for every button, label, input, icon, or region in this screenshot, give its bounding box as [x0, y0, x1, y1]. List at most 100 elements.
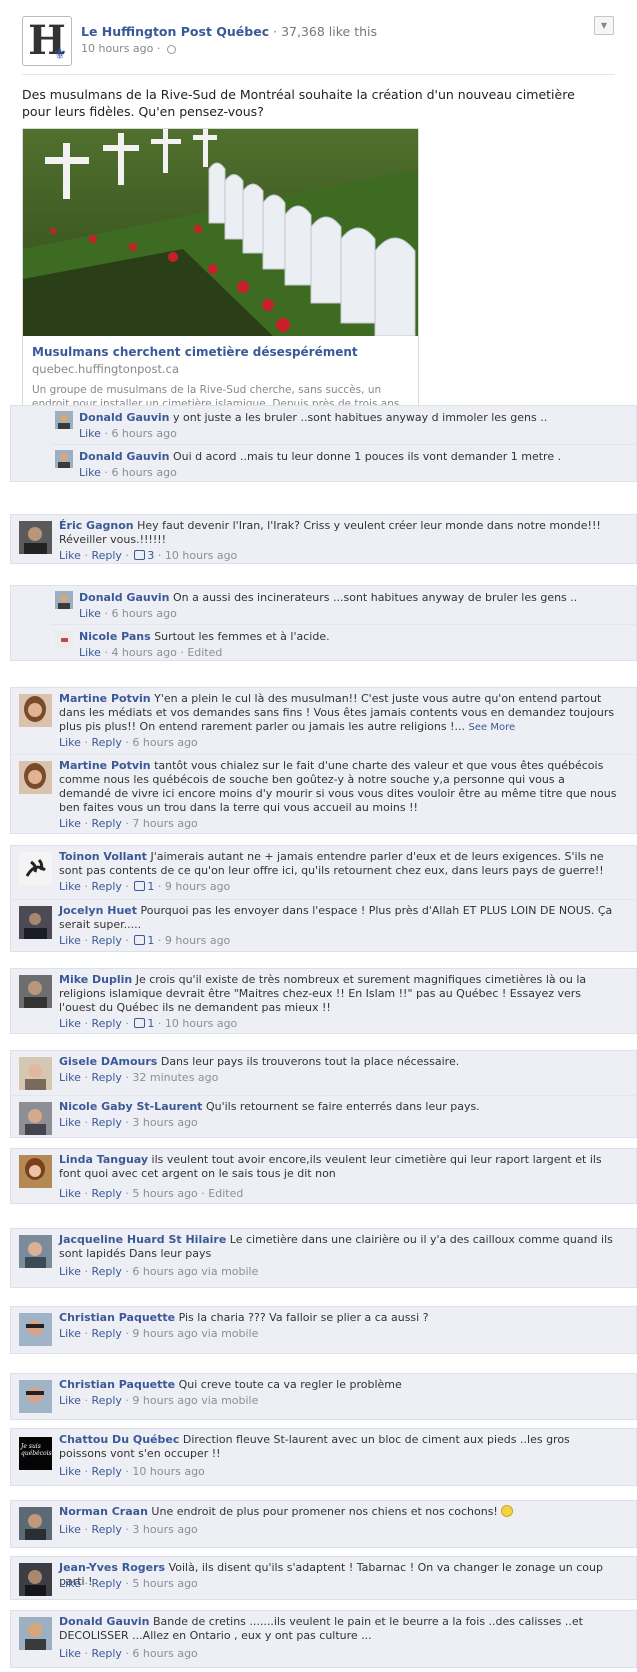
- like-link[interactable]: Like: [79, 646, 101, 659]
- comment-timestamp[interactable]: 5 hours ago: [132, 1577, 197, 1590]
- comment-timestamp[interactable]: 4 hours ago: [111, 646, 176, 659]
- like-link[interactable]: Like: [79, 607, 101, 620]
- comment-timestamp[interactable]: 6 hours ago: [111, 427, 176, 440]
- comment-timestamp[interactable]: 9 hours ago: [165, 880, 230, 893]
- like-link[interactable]: Like: [59, 1577, 81, 1590]
- reply-link[interactable]: Reply: [91, 817, 121, 830]
- like-link[interactable]: Like: [59, 1017, 81, 1030]
- avatar[interactable]: [55, 591, 73, 609]
- commenter-name[interactable]: Donald Gauvin: [79, 450, 169, 463]
- avatar[interactable]: [19, 852, 52, 885]
- comment-timestamp[interactable]: 32 minutes ago: [132, 1071, 218, 1084]
- like-link[interactable]: Like: [59, 1116, 81, 1129]
- like-count[interactable]: 1: [147, 934, 154, 947]
- like-count[interactable]: 1: [147, 1017, 154, 1030]
- reply-link[interactable]: Reply: [91, 1465, 121, 1478]
- reply-link[interactable]: Reply: [91, 1327, 121, 1340]
- like-link[interactable]: Like: [79, 466, 101, 479]
- comment-timestamp[interactable]: 10 hours ago: [165, 1017, 237, 1030]
- comment-timestamp[interactable]: 6 hours ago via mobile: [132, 1265, 258, 1278]
- like-link[interactable]: Like: [59, 1523, 81, 1536]
- comment-timestamp[interactable]: 9 hours ago via mobile: [132, 1327, 258, 1340]
- comment-timestamp[interactable]: 7 hours ago: [132, 817, 197, 830]
- comment-timestamp[interactable]: 6 hours ago: [132, 736, 197, 749]
- reply-link[interactable]: Reply: [91, 1577, 121, 1590]
- commenter-name[interactable]: Gisele DAmours: [59, 1055, 157, 1068]
- avatar[interactable]: [55, 450, 73, 468]
- avatar[interactable]: [19, 1313, 52, 1346]
- commenter-name[interactable]: Norman Craan: [59, 1505, 148, 1518]
- reply-link[interactable]: Reply: [91, 1071, 121, 1084]
- commenter-name[interactable]: Christian Paquette: [59, 1311, 175, 1324]
- commenter-name[interactable]: Chattou Du Québec: [59, 1433, 179, 1446]
- avatar[interactable]: [55, 411, 73, 429]
- like-link[interactable]: Like: [59, 1071, 81, 1084]
- commenter-name[interactable]: Donald Gauvin: [59, 1615, 149, 1628]
- commenter-name[interactable]: Mike Duplin: [59, 973, 132, 986]
- avatar[interactable]: [19, 694, 52, 727]
- avatar[interactable]: [19, 1235, 52, 1268]
- commenter-name[interactable]: Martine Potvin: [59, 759, 151, 772]
- cemetery-photo[interactable]: [23, 129, 418, 336]
- page-name-link[interactable]: Le Huffington Post Québec: [81, 24, 269, 39]
- avatar[interactable]: [19, 1102, 52, 1135]
- like-link[interactable]: Like: [59, 880, 81, 893]
- like-count[interactable]: 3: [147, 549, 154, 562]
- commenter-name[interactable]: Jean-Yves Rogers: [59, 1561, 165, 1574]
- like-link[interactable]: Like: [59, 549, 81, 562]
- like-link[interactable]: Like: [59, 1647, 81, 1660]
- reply-link[interactable]: Reply: [91, 1647, 121, 1660]
- edited-label[interactable]: Edited: [187, 646, 222, 659]
- like-link[interactable]: Like: [59, 736, 81, 749]
- commenter-name[interactable]: Jacqueline Huard St Hilaire: [59, 1233, 226, 1246]
- comment-timestamp[interactable]: 6 hours ago: [111, 607, 176, 620]
- avatar[interactable]: [19, 1057, 52, 1090]
- avatar[interactable]: [19, 975, 52, 1008]
- reply-link[interactable]: Reply: [91, 1116, 121, 1129]
- avatar[interactable]: [19, 906, 52, 939]
- link-preview[interactable]: Musulmans cherchent cimetière désespérém…: [22, 128, 419, 438]
- edited-label[interactable]: Edited: [208, 1187, 243, 1200]
- commenter-name[interactable]: Donald Gauvin: [79, 411, 169, 424]
- like-link[interactable]: Like: [59, 1465, 81, 1478]
- like-link[interactable]: Like: [59, 817, 81, 830]
- comment-timestamp[interactable]: 3 hours ago: [132, 1523, 197, 1536]
- avatar[interactable]: [19, 1380, 52, 1413]
- commenter-name[interactable]: Éric Gagnon: [59, 519, 134, 532]
- like-link[interactable]: Like: [59, 1327, 81, 1340]
- reply-link[interactable]: Reply: [91, 1523, 121, 1536]
- reply-link[interactable]: Reply: [91, 1187, 121, 1200]
- reply-link[interactable]: Reply: [91, 1265, 121, 1278]
- comment-timestamp[interactable]: 10 hours ago: [132, 1465, 204, 1478]
- comment-timestamp[interactable]: 10 hours ago: [165, 549, 237, 562]
- like-link[interactable]: Like: [59, 1265, 81, 1278]
- avatar[interactable]: Je suis québécoise: [19, 1437, 52, 1470]
- comment-timestamp[interactable]: 5 hours ago: [132, 1187, 197, 1200]
- comment-timestamp[interactable]: 9 hours ago via mobile: [132, 1394, 258, 1407]
- avatar[interactable]: [19, 1155, 52, 1188]
- commenter-name[interactable]: Christian Paquette: [59, 1378, 175, 1391]
- comment-timestamp[interactable]: 3 hours ago: [132, 1116, 197, 1129]
- page-avatar[interactable]: H ⚜: [22, 16, 72, 66]
- comment-timestamp[interactable]: 9 hours ago: [165, 934, 230, 947]
- like-link[interactable]: Like: [59, 934, 81, 947]
- commenter-name[interactable]: Donald Gauvin: [79, 591, 169, 604]
- reply-link[interactable]: Reply: [91, 736, 121, 749]
- avatar[interactable]: [19, 521, 52, 554]
- post-options-button[interactable]: ▼: [594, 16, 614, 35]
- commenter-name[interactable]: Linda Tanguay: [59, 1153, 148, 1166]
- reply-link[interactable]: Reply: [91, 880, 121, 893]
- post-timestamp[interactable]: 10 hours ago: [81, 42, 153, 55]
- like-link[interactable]: Like: [79, 427, 101, 440]
- commenter-name[interactable]: Toinon Vollant: [59, 850, 147, 863]
- comment-timestamp[interactable]: 6 hours ago: [132, 1647, 197, 1660]
- commenter-name[interactable]: Jocelyn Huet: [59, 904, 137, 917]
- like-link[interactable]: Like: [59, 1394, 81, 1407]
- avatar[interactable]: [55, 630, 73, 648]
- reply-link[interactable]: Reply: [91, 934, 121, 947]
- avatar[interactable]: [19, 1617, 52, 1650]
- avatar[interactable]: [19, 761, 52, 794]
- commenter-name[interactable]: Nicole Gaby St-Laurent: [59, 1100, 202, 1113]
- reply-link[interactable]: Reply: [91, 549, 121, 562]
- like-link[interactable]: Like: [59, 1187, 81, 1200]
